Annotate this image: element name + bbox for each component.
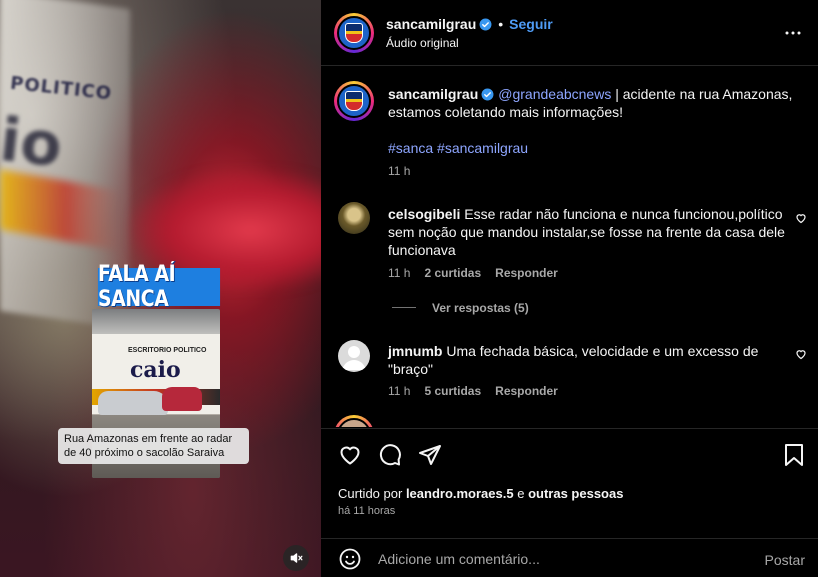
caption-avatar[interactable] bbox=[334, 81, 374, 121]
audio-label[interactable]: Áudio original bbox=[386, 36, 459, 50]
next-comment-avatar[interactable] bbox=[334, 415, 374, 427]
comment-bubble-icon bbox=[379, 444, 401, 466]
video-player[interactable]: POLITICO io FALA AÍ SANCA ESCRITORIO POL… bbox=[0, 0, 321, 577]
comment-text: Uma fechada básica, velocidade e um exce… bbox=[388, 343, 759, 377]
liked-by-user[interactable]: leandro.moraes.5 bbox=[406, 486, 514, 501]
speaker-muted-icon bbox=[290, 553, 303, 563]
verified-badge-icon bbox=[481, 88, 494, 101]
comment-text-block: jmnumb Uma fechada básica, velocidade e … bbox=[388, 342, 768, 378]
post-header: sancamilgrau • Seguir Áudio original bbox=[321, 0, 818, 66]
like-button[interactable] bbox=[338, 443, 362, 470]
caption-username[interactable]: sancamilgrau bbox=[388, 86, 478, 102]
comment-text-block: celsogibeli Esse radar não funciona e nu… bbox=[388, 205, 793, 259]
comments-section[interactable]: sancamilgrau @grandeabcnews | acidente na… bbox=[321, 67, 818, 427]
caption-hashtags[interactable]: #sanca #sancamilgrau bbox=[388, 139, 528, 157]
share-button[interactable] bbox=[418, 443, 442, 470]
emoji-smiley-icon bbox=[339, 548, 361, 570]
video-wall-letters: io bbox=[0, 104, 66, 182]
liked-by-conj: e bbox=[517, 486, 525, 501]
post-comment-button[interactable]: Postar bbox=[765, 552, 805, 568]
comment-username[interactable]: celsogibeli bbox=[388, 206, 460, 222]
replies-divider bbox=[392, 307, 416, 308]
liked-by-prefix: Curtido por bbox=[338, 486, 403, 501]
commenter-avatar[interactable] bbox=[338, 202, 370, 234]
inset-silver-car bbox=[98, 391, 168, 415]
header-title-line: sancamilgrau • Seguir bbox=[386, 16, 553, 32]
follow-button[interactable]: Seguir bbox=[509, 16, 553, 32]
save-button[interactable] bbox=[783, 443, 805, 470]
crest-icon bbox=[345, 23, 363, 43]
comment-like-heart-icon[interactable] bbox=[795, 348, 807, 360]
header-separator: • bbox=[498, 16, 504, 32]
more-options-icon bbox=[785, 31, 801, 35]
caption-text-block: sancamilgrau @grandeabcnews | acidente na… bbox=[388, 85, 793, 121]
reply-button[interactable]: Responder bbox=[495, 266, 558, 280]
crest-icon bbox=[345, 91, 363, 111]
inset-big-text: caio bbox=[130, 357, 181, 383]
author-avatar[interactable] bbox=[334, 13, 374, 53]
liked-by-line: Curtido por leandro.moraes.5 e outras pe… bbox=[338, 486, 623, 501]
post-details-panel: sancamilgrau • Seguir Áudio original sanca… bbox=[321, 0, 818, 577]
send-paper-plane-icon bbox=[419, 445, 441, 465]
emoji-button[interactable] bbox=[338, 547, 362, 574]
comment-like-heart-icon[interactable] bbox=[795, 212, 807, 224]
comment-time[interactable]: 11 h bbox=[388, 266, 410, 280]
verified-badge-icon bbox=[479, 18, 492, 31]
comment-likes[interactable]: 2 curtidas bbox=[424, 266, 481, 280]
header-username[interactable]: sancamilgrau bbox=[386, 16, 476, 32]
heart-icon bbox=[340, 446, 360, 465]
bookmark-icon bbox=[785, 444, 803, 466]
video-banner: FALA AÍ SANCA bbox=[97, 262, 221, 312]
video-caption: Rua Amazonas em frente ao radar de 40 pr… bbox=[58, 428, 249, 464]
comment-button[interactable] bbox=[378, 443, 402, 470]
comment-bar: Postar bbox=[321, 538, 818, 577]
default-user-icon bbox=[342, 346, 366, 370]
reply-button[interactable]: Responder bbox=[495, 384, 558, 398]
action-bar: Curtido por leandro.moraes.5 e outras pe… bbox=[321, 428, 818, 548]
post-timestamp[interactable]: há 11 horas bbox=[338, 505, 395, 517]
more-options-button[interactable] bbox=[784, 24, 802, 45]
commenter-avatar[interactable] bbox=[338, 340, 370, 372]
comment-meta: 11 h 2 curtidas Responder bbox=[388, 266, 572, 280]
caption-time[interactable]: 11 h bbox=[388, 164, 410, 178]
comment-meta: 11 h 5 curtidas Responder bbox=[388, 384, 572, 398]
comment-likes[interactable]: 5 curtidas bbox=[424, 384, 481, 398]
view-replies-button[interactable]: Ver respostas (5) bbox=[432, 301, 529, 315]
caption-mention[interactable]: @grandeabcnews bbox=[498, 86, 611, 102]
comment-username[interactable]: jmnumb bbox=[388, 343, 442, 359]
liked-by-others[interactable]: outras pessoas bbox=[528, 486, 623, 501]
mute-button[interactable] bbox=[283, 545, 309, 571]
inset-wall-text: ESCRITORIO POLITICO bbox=[128, 347, 207, 354]
comment-input[interactable] bbox=[378, 547, 738, 571]
inset-red-car bbox=[162, 387, 202, 411]
comment-time[interactable]: 11 h bbox=[388, 384, 410, 398]
